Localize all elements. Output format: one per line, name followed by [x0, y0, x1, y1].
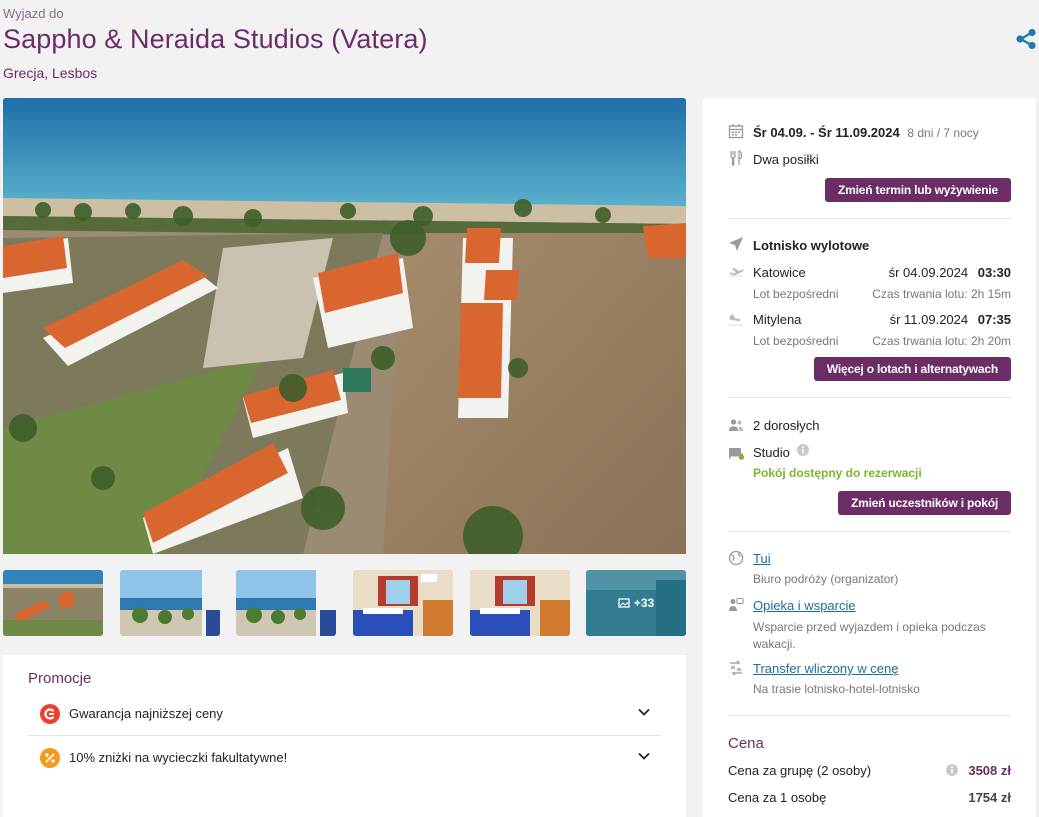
- transfer-description: Na trasie lotnisko-hotel-lotnisko: [753, 682, 920, 696]
- people-icon: [728, 419, 744, 431]
- chevron-down-icon[interactable]: [637, 749, 651, 763]
- board-row: Dwa posiłki: [728, 150, 1011, 168]
- thumbnail[interactable]: [3, 570, 103, 636]
- thumbnail[interactable]: [120, 570, 220, 636]
- organizer-link[interactable]: Tui: [753, 551, 771, 566]
- transfer-row: Transfer wliczony w cenę Na trasie lotni…: [728, 660, 1011, 700]
- transfer-icon: [730, 660, 742, 676]
- hotel-title: Sappho & Neraida Studios (Vatera): [3, 24, 428, 54]
- plane-departure-icon: [729, 267, 744, 277]
- return-time: 07:35: [977, 312, 1011, 327]
- info-icon[interactable]: [796, 443, 810, 457]
- return-flight-duration: Czas trwania lotu: 2h 20m: [872, 334, 1011, 348]
- promo-label: Gwarancja najniższej ceny: [69, 706, 223, 721]
- thumbnail[interactable]: [236, 570, 336, 636]
- promo-label: 10% zniżki na wycieczki fakultatywne!: [69, 750, 288, 765]
- room-availability-row: Pokój dostępny do rezerwacji: [728, 466, 1011, 482]
- more-photos-button[interactable]: +33: [586, 570, 686, 636]
- support-icon: [729, 597, 744, 611]
- promo-item-lowest-price[interactable]: Gwarancja najniższej ceny: [28, 692, 661, 735]
- organizer-row: Tui Biuro podróży (organizator): [728, 550, 1011, 590]
- board-type: Dwa posiłki: [753, 152, 819, 167]
- change-participants-room-button[interactable]: Zmień uczestników i pokój: [837, 491, 1011, 515]
- outbound-date: śr 04.09.2024: [888, 265, 969, 280]
- return-date: śr 11.09.2024: [889, 312, 969, 327]
- trip-dates: Śr 04.09. - Śr 11.09.2024: [753, 125, 900, 140]
- promotions-section: Promocje Gwarancja najniższej ceny 10% z…: [3, 655, 686, 817]
- chevron-down-icon[interactable]: [637, 705, 651, 719]
- participants-row: 2 dorosłych: [728, 417, 1011, 435]
- transfer-link[interactable]: Transfer wliczony w cenę: [753, 661, 898, 676]
- return-flight-type: Lot bezpośredni: [753, 334, 839, 348]
- gallery-icon: [618, 597, 630, 609]
- divider: [728, 397, 1011, 398]
- change-date-board-button[interactable]: Zmień termin lub wyżywienie: [825, 178, 1011, 202]
- more-photos-count: +33: [633, 596, 655, 610]
- plane-arrival-icon: [729, 314, 743, 326]
- room-availability: Pokój dostępny do rezerwacji: [753, 466, 922, 480]
- globe-icon: [728, 550, 744, 566]
- outbound-time: 03:30: [977, 265, 1011, 280]
- thumbnail[interactable]: [470, 570, 570, 636]
- divider: [728, 218, 1011, 219]
- price-title: Cena: [728, 735, 764, 752]
- pre-title: Wyjazd do: [3, 6, 64, 21]
- group-price-value: 3508 zł: [968, 763, 1011, 778]
- booking-summary-panel: Śr 04.09. - Śr 11.09.2024 8 dni / 7 nocy…: [703, 98, 1036, 817]
- room-type: Studio: [753, 445, 790, 460]
- more-photos-overlay: +33: [586, 570, 686, 636]
- departure-airport-title: Lotnisko wylotowe: [753, 238, 870, 253]
- outbound-city: Katowice: [753, 265, 806, 280]
- promo-item-excursion-discount[interactable]: 10% zniżki na wycieczki fakultatywne!: [28, 736, 661, 779]
- room-type-row: Studio: [728, 444, 1011, 462]
- thumbnail[interactable]: [353, 570, 453, 636]
- care-support-link[interactable]: Opieka i wsparcie: [753, 598, 856, 613]
- cutlery-icon: [730, 150, 743, 166]
- calendar-icon: [728, 124, 744, 139]
- promotions-title: Promocje: [28, 670, 92, 687]
- trip-duration: 8 dni / 7 nocy: [907, 126, 979, 140]
- trip-dates-row: Śr 04.09. - Śr 11.09.2024 8 dni / 7 nocy: [728, 123, 1011, 141]
- outbound-flight-duration: Czas trwania lotu: 2h 15m: [872, 287, 1011, 301]
- outbound-flight: Katowice śr 04.09.2024 03:30 Lot bezpośr…: [728, 264, 1011, 304]
- outbound-flight-type: Lot bezpośredni: [753, 287, 839, 301]
- person-price-label: Cena za 1 osobę: [728, 790, 827, 805]
- care-support-description: Wsparcie przed wyjazdem i opieka podczas…: [753, 620, 986, 651]
- divider: [728, 715, 1011, 716]
- departure-airport-row: Lotnisko wylotowe: [728, 236, 1011, 254]
- organizer-description: Biuro podróży (organizator): [753, 572, 899, 586]
- bed-icon: [729, 448, 744, 460]
- hotel-main-photo[interactable]: [3, 98, 686, 554]
- person-price-value: 1754 zł: [968, 790, 1011, 805]
- hotel-location[interactable]: Grecja, Lesbos: [3, 65, 97, 81]
- group-price-label: Cena za grupę (2 osoby): [728, 763, 872, 778]
- participants-count: 2 dorosłych: [753, 418, 820, 433]
- percent-icon: [40, 747, 60, 768]
- price-guarantee-icon: [40, 703, 60, 724]
- info-icon[interactable]: [945, 763, 959, 777]
- more-flights-button[interactable]: Więcej o lotach i alternatywach: [813, 357, 1011, 381]
- group-price-row: Cena za grupę (2 osoby) 3508 zł: [728, 762, 1011, 780]
- person-price-row: Cena za 1 osobę 1754 zł: [728, 789, 1011, 807]
- page-header: Wyjazd do Sappho & Neraida Studios (Vate…: [3, 0, 1039, 90]
- return-flight: Mitylena śr 11.09.2024 07:35 Lot bezpośr…: [728, 311, 1011, 351]
- navigation-arrow-icon: [729, 237, 743, 251]
- divider: [728, 531, 1011, 532]
- photo-thumbnails: +33: [3, 570, 686, 636]
- return-city: Mitylena: [753, 312, 802, 327]
- care-support-row: Opieka i wsparcie Wsparcie przed wyjazde…: [728, 597, 1011, 653]
- share-icon[interactable]: [1015, 28, 1037, 50]
